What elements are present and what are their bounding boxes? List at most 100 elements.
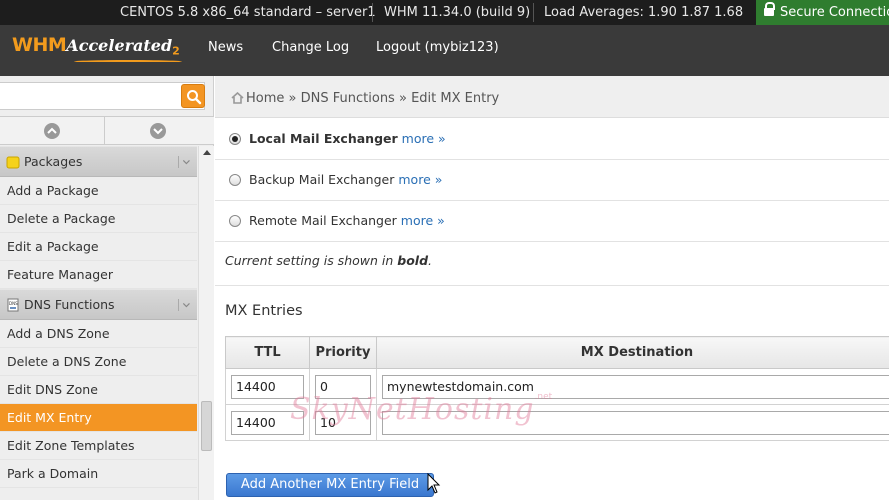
divider (533, 3, 534, 22)
table-cell (376, 404, 889, 441)
scroll-up-arrow-icon[interactable] (203, 150, 211, 155)
chevron-down-icon (178, 156, 190, 168)
breadcrumb-separator: » (288, 91, 297, 106)
column-header-mx-destination: MX Destination (376, 336, 889, 369)
whm-logo[interactable]: WHMAccelerated2 (12, 34, 182, 68)
secure-connection-badge[interactable]: Secure Connection (756, 0, 889, 25)
column-header-ttl: TTL (225, 336, 310, 369)
load-averages: Load Averages: 1.90 1.87 1.68 (544, 5, 744, 20)
logo-swoosh (74, 60, 182, 63)
table-cell (309, 368, 377, 405)
sidebar-item-add-dns-zone[interactable]: Add a DNS Zone (0, 320, 197, 348)
option-remote-mail-exchanger: Remote Mail Exchanger more » (215, 201, 889, 242)
table-header-row: TTL Priority MX Destination (225, 336, 889, 369)
package-icon (6, 156, 20, 169)
chevron-up-icon (44, 123, 60, 139)
remote-mail-exchanger-radio[interactable] (229, 215, 241, 227)
sidebar-item-edit-mx-entry[interactable]: Edit MX Entry (0, 404, 197, 432)
sidebar-scroll-controls (0, 116, 214, 145)
ttl-input[interactable] (231, 374, 304, 399)
sidebar: Packages Add a Package Delete a Package … (0, 76, 214, 500)
add-mx-entry-field-button[interactable]: Add Another MX Entry Field (226, 473, 434, 497)
divider (215, 285, 889, 286)
logo-accelerated-text: Accelerated (66, 36, 173, 55)
sidebar-item-park-domain[interactable]: Park a Domain (0, 460, 197, 488)
mx-entries-title: MX Entries (225, 303, 303, 319)
whm-version: WHM 11.34.0 (build 9) (384, 5, 531, 20)
backup-mail-exchanger-radio[interactable] (229, 174, 241, 186)
mx-destination-input[interactable] (382, 374, 889, 399)
option-label-text: Backup Mail Exchanger (249, 172, 395, 187)
option-label: Local Mail Exchanger more » (249, 131, 446, 146)
table-row (225, 404, 889, 441)
option-label-text: Remote Mail Exchanger (249, 213, 397, 228)
note-suffix: . (428, 253, 433, 268)
option-label: Remote Mail Exchanger more » (249, 213, 445, 228)
header: WHMAccelerated2 News Change Log Logout (… (0, 25, 889, 76)
more-link[interactable]: more » (401, 213, 445, 228)
priority-input[interactable] (315, 374, 371, 399)
option-local-mail-exchanger: Local Mail Exchanger more » (215, 119, 889, 160)
breadcrumb: Home » DNS Functions » Edit MX Entry (215, 76, 889, 118)
sidebar-item-edit-dns-zone[interactable]: Edit DNS Zone (0, 376, 197, 404)
note-bold: bold (397, 253, 429, 268)
svg-text:DNS: DNS (9, 301, 18, 306)
home-icon (231, 92, 244, 104)
breadcrumb-separator: » (398, 91, 407, 106)
sidebar-category-label: Packages (24, 154, 83, 169)
lock-icon (764, 2, 775, 16)
table-row (225, 368, 889, 405)
table-cell (376, 368, 889, 405)
option-backup-mail-exchanger: Backup Mail Exchanger more » (215, 160, 889, 201)
option-label-text: Local Mail Exchanger (249, 131, 398, 146)
nav-logout-link[interactable]: Logout (mybiz123) (376, 25, 499, 71)
mx-destination-input[interactable] (382, 410, 889, 435)
chevron-down-icon (178, 299, 190, 311)
breadcrumb-dns-functions-link[interactable]: DNS Functions (301, 91, 395, 106)
sidebar-category-packages[interactable]: Packages (0, 146, 197, 177)
nav-change-log-link[interactable]: Change Log (272, 25, 349, 71)
sidebar-item-feature-manager[interactable]: Feature Manager (0, 261, 197, 289)
priority-input[interactable] (315, 410, 371, 435)
sidebar-item-edit-zone-templates[interactable]: Edit Zone Templates (0, 432, 197, 460)
secure-connection-label: Secure Connection (780, 5, 889, 20)
sidebar-item-delete-dns-zone[interactable]: Delete a DNS Zone (0, 348, 197, 376)
dns-icon: DNS (7, 298, 19, 312)
breadcrumb-home-link[interactable]: Home (246, 91, 284, 106)
sidebar-menu: Packages Add a Package Delete a Package … (0, 146, 197, 488)
option-label: Backup Mail Exchanger more » (249, 172, 442, 187)
column-header-priority: Priority (309, 336, 377, 369)
sidebar-item-edit-package[interactable]: Edit a Package (0, 233, 197, 261)
ttl-input[interactable] (231, 410, 304, 435)
current-setting-note: Current setting is shown in bold. (225, 253, 432, 268)
chevron-down-icon (150, 123, 166, 139)
logo-version: 2 (172, 44, 180, 58)
table-cell (309, 404, 377, 441)
sidebar-category-label: DNS Functions (24, 297, 115, 312)
nav-news-link[interactable]: News (208, 25, 243, 71)
sidebar-item-delete-package[interactable]: Delete a Package (0, 205, 197, 233)
note-text: Current setting is shown in (225, 253, 398, 268)
search-button[interactable] (181, 84, 205, 108)
scroll-up-button[interactable] (0, 117, 105, 144)
mx-entries-table: TTL Priority MX Destination (225, 336, 889, 441)
scroll-down-button[interactable] (105, 117, 210, 144)
logo-whm-text: WHM (12, 34, 67, 56)
breadcrumb-current: Edit MX Entry (411, 91, 500, 106)
sidebar-scrollbar[interactable] (198, 146, 214, 500)
status-bar: CENTOS 5.8 x86_64 standard – server1 WHM… (0, 0, 889, 25)
more-link[interactable]: more » (402, 131, 446, 146)
sidebar-search-input[interactable] (0, 82, 205, 110)
sidebar-category-dns-functions[interactable]: DNS DNS Functions (0, 289, 197, 320)
local-mail-exchanger-radio[interactable] (229, 133, 241, 145)
sidebar-item-add-package[interactable]: Add a Package (0, 177, 197, 205)
search-icon (187, 90, 202, 105)
main-content: Local Mail Exchanger more » Backup Mail E… (215, 119, 889, 500)
table-cell (225, 404, 310, 441)
more-link[interactable]: more » (398, 172, 442, 187)
mouse-cursor-icon (427, 473, 441, 494)
server-info: CENTOS 5.8 x86_64 standard – server1 (120, 5, 376, 20)
divider (372, 3, 373, 22)
table-cell (225, 368, 310, 405)
scrollbar-thumb[interactable] (201, 401, 212, 451)
